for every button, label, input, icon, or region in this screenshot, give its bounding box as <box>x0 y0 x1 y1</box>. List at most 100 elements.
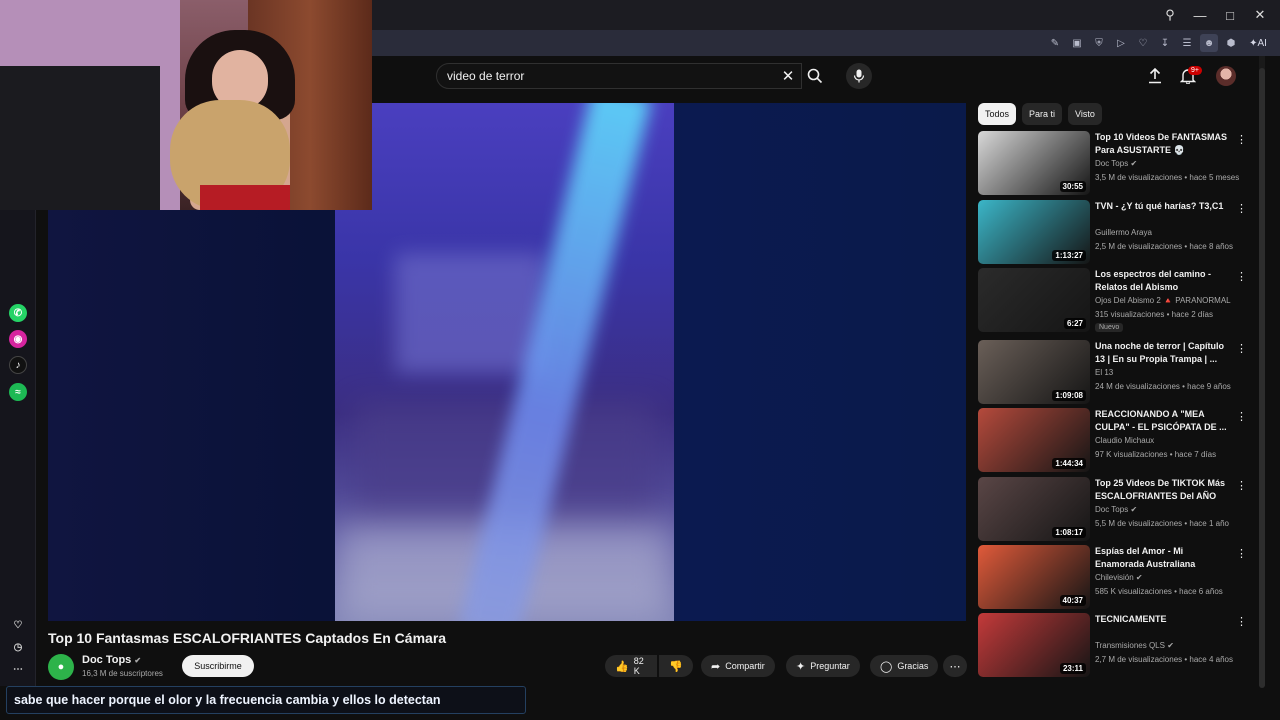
recommendation-channel[interactable]: Claudio Michaux <box>1095 436 1235 445</box>
chip-todos[interactable]: Todos <box>978 103 1017 125</box>
more-icon[interactable]: ⋯ <box>9 660 27 678</box>
recommendation-item[interactable]: 1:44:34 REACCIONANDO A "MEA CULPA" - EL P… <box>978 408 1248 472</box>
recommendation-channel[interactable]: Transmisiones QLS ✔ <box>1095 641 1235 650</box>
verified-icon: ✔ <box>134 656 142 665</box>
extension-icon[interactable]: ⬢ <box>1222 34 1240 52</box>
maximize-icon[interactable]: □ <box>1218 3 1242 27</box>
chip-para-ti[interactable]: Para ti <box>1022 103 1063 125</box>
recommendation-item[interactable]: 1:08:17 Top 25 Videos De TIKTOK Más ESCAL… <box>978 477 1248 541</box>
ai-button[interactable]: ✦ AI <box>1244 34 1272 52</box>
ask-label: Preguntar <box>810 661 850 671</box>
channel-avatar[interactable]: ● <box>48 654 74 680</box>
play-icon[interactable]: ▷ <box>1112 34 1130 52</box>
recommendation-channel[interactable]: El 13 <box>1095 368 1235 377</box>
video-thumbnail[interactable]: 6:27 <box>978 268 1090 332</box>
shield-icon[interactable]: ⛨ <box>1090 34 1108 52</box>
whatsapp-icon[interactable]: ✆ <box>9 304 27 322</box>
user-avatar[interactable] <box>1216 66 1236 86</box>
more-vert-icon[interactable]: ⋮ <box>1236 202 1247 216</box>
instagram-icon[interactable]: ◉ <box>9 330 27 348</box>
recommendation-item[interactable]: 30:55 Top 10 Videos De FANTASMAS Para ASU… <box>978 131 1248 195</box>
sparkle-icon: ✦ <box>1249 37 1258 49</box>
video-title: Top 10 Fantasmas ESCALOFRIANTES Captados… <box>48 630 447 646</box>
duration-badge: 1:09:08 <box>1052 390 1086 401</box>
heart-icon[interactable]: ♡ <box>1134 34 1152 52</box>
recommendation-item[interactable]: 6:27 Los espectros del camino - Relatos d… <box>978 268 1248 332</box>
history-icon[interactable]: ◷ <box>9 638 27 656</box>
recommendation-meta: 97 K visualizaciones • hace 7 días <box>1095 450 1217 459</box>
close-icon[interactable]: ✕ <box>1248 3 1272 27</box>
share-icon: ➦ <box>711 660 721 673</box>
tiktok-icon[interactable]: ♪ <box>9 356 27 374</box>
recommendation-channel[interactable]: Chilevisión ✔ <box>1095 573 1235 582</box>
share-button[interactable]: ➦ Compartir <box>701 655 775 677</box>
recommendation-title[interactable]: Los espectros del camino - Relatos del A… <box>1095 268 1230 294</box>
recommendation-meta: 24 M de visualizaciones • hace 9 años <box>1095 382 1231 391</box>
recommendation-title[interactable]: TECNICAMENTE <box>1095 613 1230 626</box>
scrollbar[interactable] <box>1259 56 1265 688</box>
channel-name[interactable]: Doc Tops ✔ <box>82 654 141 666</box>
more-vert-icon[interactable]: ⋮ <box>1236 410 1247 424</box>
recommendation-meta: 2,5 M de visualizaciones • hace 8 años <box>1095 242 1233 251</box>
recommendation-channel[interactable]: Ojos Del Abismo 2 🔺 PARANORMAL <box>1095 296 1235 305</box>
menu-icon[interactable]: ☰ <box>1178 34 1196 52</box>
chip-visto[interactable]: Visto <box>1068 103 1102 125</box>
profile-icon[interactable]: ☻ <box>1200 34 1218 52</box>
recommendation-title[interactable]: Una noche de terror | Capítulo 13 | En s… <box>1095 340 1230 366</box>
video-thumbnail[interactable]: 23:11 <box>978 613 1090 677</box>
camera-icon[interactable]: ▣ <box>1068 34 1086 52</box>
spotify-icon[interactable]: ≈ <box>9 383 27 401</box>
subscribe-button[interactable]: Suscribirme <box>182 655 254 677</box>
recommendation-meta: 5,5 M de visualizaciones • hace 1 año <box>1095 519 1229 528</box>
video-thumbnail[interactable]: 30:55 <box>978 131 1090 195</box>
recommendation-title[interactable]: TVN - ¿Y tú qué harías? T3,C1 <box>1095 200 1230 213</box>
thanks-button[interactable]: ◯ Gracias <box>870 655 939 677</box>
video-thumbnail[interactable]: 1:08:17 <box>978 477 1090 541</box>
search-button[interactable] <box>800 63 830 89</box>
recommendation-channel[interactable]: Guillermo Araya <box>1095 228 1235 237</box>
filter-chips: Todos Para ti Visto <box>978 103 1102 125</box>
sparkle-icon: ✦ <box>796 660 806 673</box>
video-thumbnail[interactable]: 40:37 <box>978 545 1090 609</box>
subscriber-count: 16,3 M de suscriptores <box>82 669 163 678</box>
recommendation-item[interactable]: 40:37 Espías del Amor - Mi Enamorada Aust… <box>978 545 1248 609</box>
edit-icon[interactable]: ✎ <box>1046 34 1064 52</box>
recommendation-item[interactable]: 1:13:27 TVN - ¿Y tú qué harías? T3,C1 Guil… <box>978 200 1248 264</box>
upload-icon[interactable] <box>1145 66 1165 86</box>
recommendation-title[interactable]: REACCIONANDO A "MEA CULPA" - EL PSICÓPAT… <box>1095 408 1230 434</box>
more-actions-button[interactable]: ⋯ <box>943 655 967 677</box>
search-input[interactable]: video de terror ✕ <box>436 63 802 89</box>
recommendation-title[interactable]: Espías del Amor - Mi Enamorada Australia… <box>1095 545 1230 571</box>
recommendation-item[interactable]: 23:11 TECNICAMENTE Transmisiones QLS ✔ 2,7 … <box>978 613 1248 677</box>
voice-search-button[interactable] <box>846 63 872 89</box>
video-thumbnail[interactable]: 1:13:27 <box>978 200 1090 264</box>
recommendation-channel[interactable]: Doc Tops ✔ <box>1095 505 1235 514</box>
like-count: 82 K <box>633 656 644 676</box>
more-vert-icon[interactable]: ⋮ <box>1236 479 1247 493</box>
minimize-icon[interactable]: — <box>1188 3 1212 27</box>
more-vert-icon[interactable]: ⋮ <box>1236 547 1247 561</box>
recommendation-item[interactable]: 1:09:08 Una noche de terror | Capítulo 13… <box>978 340 1248 404</box>
ask-button[interactable]: ✦ Preguntar <box>786 655 860 677</box>
more-vert-icon[interactable]: ⋮ <box>1236 615 1247 629</box>
notification-count-badge: 9+ <box>1188 66 1202 75</box>
heart-icon[interactable]: ♡ <box>9 616 27 634</box>
dislike-button[interactable]: 👎 <box>659 655 693 677</box>
search-icon[interactable]: ⚲ <box>1158 3 1182 27</box>
download-icon[interactable]: ↧ <box>1156 34 1174 52</box>
duration-badge: 6:27 <box>1063 318 1086 329</box>
more-vert-icon[interactable]: ⋮ <box>1236 133 1247 147</box>
video-thumbnail[interactable]: 1:44:34 <box>978 408 1090 472</box>
recommendation-channel[interactable]: Doc Tops ✔ <box>1095 159 1235 168</box>
clear-icon[interactable]: ✕ <box>775 67 801 85</box>
video-thumbnail[interactable]: 1:09:08 <box>978 340 1090 404</box>
more-vert-icon[interactable]: ⋮ <box>1236 342 1247 356</box>
caption-overlay: sabe que hacer porque el olor y la frecu… <box>6 686 526 714</box>
recommendation-title[interactable]: Top 10 Videos De FANTASMAS Para ASUSTART… <box>1095 131 1230 157</box>
thanks-icon: ◯ <box>880 660 893 673</box>
like-button[interactable]: 👍 82 K <box>605 655 657 677</box>
more-icon: ⋯ <box>949 660 961 673</box>
recommendation-title[interactable]: Top 25 Videos De TIKTOK Más ESCALOFRIANT… <box>1095 477 1230 503</box>
microphone-icon <box>853 69 865 83</box>
more-vert-icon[interactable]: ⋮ <box>1236 270 1247 284</box>
